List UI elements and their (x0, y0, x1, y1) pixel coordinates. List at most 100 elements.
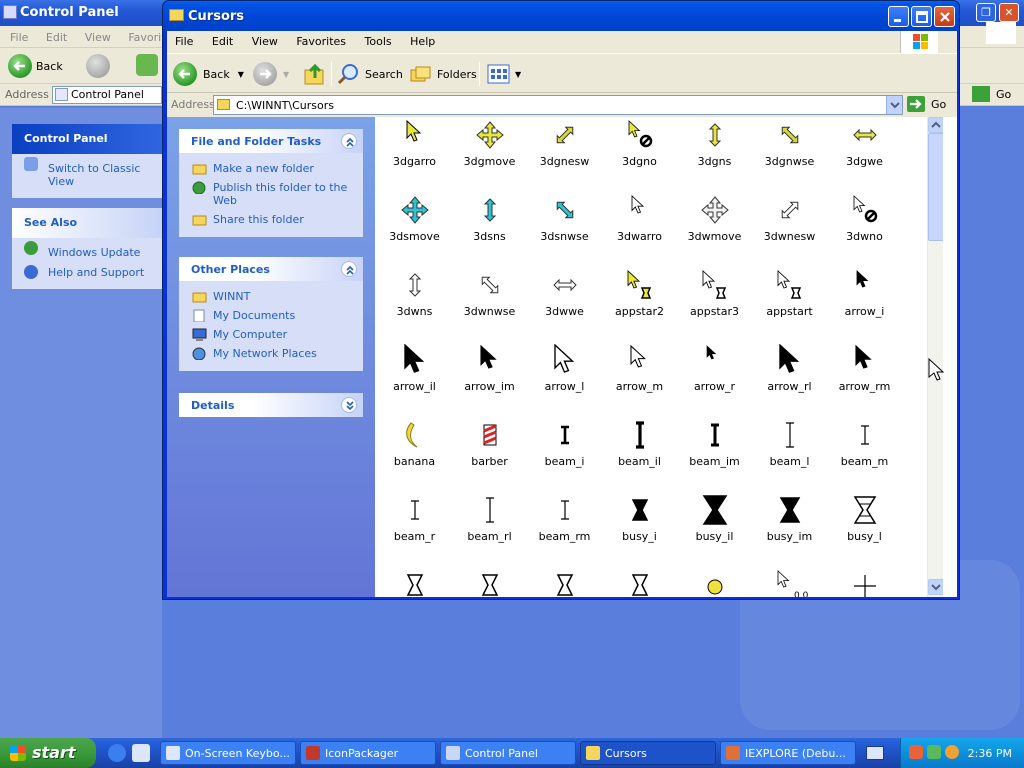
go-button-bg[interactable]: Go (972, 86, 1011, 102)
cursor-file-item[interactable]: 3dgnesw (527, 117, 602, 192)
cursor-file-item[interactable]: beam_rl (452, 492, 527, 567)
cursor-file-item[interactable] (452, 567, 527, 597)
cursor-file-item[interactable]: beam_r (377, 492, 452, 567)
tray-icon-2[interactable] (927, 745, 941, 759)
cursor-file-item[interactable]: 3dwnesw (752, 192, 827, 267)
task-iexplore[interactable]: IEXPLORE (Debu... (720, 741, 856, 765)
menu-edit-bg[interactable]: Edit (46, 31, 67, 44)
cursor-file-item[interactable]: beam_i (527, 417, 602, 492)
cursor-file-item[interactable]: arrow_rl (752, 342, 827, 417)
go-button[interactable]: Go (907, 96, 946, 112)
menu-file[interactable]: File (175, 35, 193, 48)
scroll-thumb[interactable] (928, 133, 943, 241)
cursor-file-item[interactable]: 3dwmove (677, 192, 752, 267)
menu-edit[interactable]: Edit (212, 35, 233, 48)
cursor-file-item[interactable] (827, 567, 902, 597)
cursor-file-item[interactable]: arrow_i (827, 267, 902, 342)
task-cursors[interactable]: Cursors (580, 741, 716, 765)
tray-search-icon[interactable] (945, 745, 959, 759)
show-desktop-icon[interactable] (132, 744, 150, 762)
cursor-file-item[interactable]: appstart (752, 267, 827, 342)
cursor-file-item[interactable]: banana (377, 417, 452, 492)
cursor-file-item[interactable]: 3dwns (377, 267, 452, 342)
cursor-file-item[interactable]: 3dgwe (827, 117, 902, 192)
up-folder-icon-bg[interactable] (136, 54, 158, 76)
cursor-file-item[interactable]: beam_m (827, 417, 902, 492)
cursor-file-item[interactable]: appstar2 (602, 267, 677, 342)
views-button[interactable]: ▼ (487, 62, 521, 86)
cursor-file-item[interactable]: 3dsmove (377, 192, 452, 267)
cursor-file-item[interactable]: beam_il (602, 417, 677, 492)
cursor-file-item[interactable]: 3dgns (677, 117, 752, 192)
close-button-bg[interactable]: ✕ (999, 3, 1019, 22)
cursors-titlebar[interactable]: Cursors (163, 1, 959, 31)
menu-tools[interactable]: Tools (365, 35, 392, 48)
minimize-button[interactable] (888, 6, 909, 27)
make-new-folder-link[interactable]: Make a new folder (179, 159, 363, 178)
cursor-file-item[interactable]: 3dwno (827, 192, 902, 267)
cursor-file-item[interactable]: arrow_m (602, 342, 677, 417)
windows-update-link[interactable]: Windows Update (12, 238, 162, 262)
share-folder-link[interactable]: Share this folder (179, 210, 363, 229)
start-button[interactable]: start (0, 738, 96, 768)
cursor-file-item[interactable]: 3dgno (602, 117, 677, 192)
cursor-file-item[interactable]: 3dwnwse (452, 267, 527, 342)
menu-view[interactable]: View (252, 35, 278, 48)
my-documents-link[interactable]: My Documents (179, 306, 363, 325)
address-field-bg[interactable]: Control Panel (52, 86, 162, 104)
cursor-file-item[interactable]: 3dsnwse (527, 192, 602, 267)
back-icon-bg[interactable] (8, 54, 32, 78)
maximize-button[interactable] (911, 6, 932, 27)
cursor-file-item[interactable] (677, 567, 752, 597)
cursor-file-item[interactable]: beam_l (752, 417, 827, 492)
vertical-scrollbar[interactable] (927, 117, 943, 597)
task-iconpackager[interactable]: IconPackager (300, 741, 436, 765)
up-folder-button[interactable] (303, 62, 327, 86)
my-computer-link[interactable]: My Computer (179, 325, 363, 344)
cursor-file-item[interactable] (527, 567, 602, 597)
folders-button[interactable]: Folders (409, 62, 477, 86)
collapse-chevron-icon[interactable] (341, 261, 357, 277)
task-on-screen-keyboard[interactable]: On-Screen Keybo... (160, 741, 296, 765)
cursor-file-item[interactable]: 3dwwe (527, 267, 602, 342)
file-folder-tasks-header[interactable]: File and Folder Tasks (179, 129, 363, 153)
restore-button[interactable]: ❐ (976, 3, 996, 22)
cursor-file-item[interactable]: 3dsns (452, 192, 527, 267)
forward-button[interactable]: ▼ (253, 62, 289, 86)
collapse-chevron-icon[interactable] (341, 133, 357, 149)
cursor-file-item[interactable]: appstar3 (677, 267, 752, 342)
tray-icon-1[interactable] (909, 745, 923, 759)
help-support-link[interactable]: Help and Support (12, 262, 162, 289)
publish-folder-link[interactable]: Publish this folder to the Web (179, 178, 363, 210)
back-dropdown-icon[interactable]: ▼ (238, 70, 244, 79)
menu-file-bg[interactable]: File (10, 31, 28, 44)
back-button[interactable]: Back ▼ (173, 62, 244, 86)
clock[interactable]: 2:36 PM (968, 747, 1012, 760)
cursor-file-item[interactable] (602, 567, 677, 597)
other-places-header[interactable]: Other Places (179, 257, 363, 281)
address-dropdown-icon[interactable] (886, 96, 902, 114)
cursor-file-item[interactable]: beam_rm (527, 492, 602, 567)
scroll-up-button[interactable] (928, 117, 943, 133)
language-bar-icon[interactable] (866, 746, 884, 760)
forward-icon-bg[interactable] (86, 54, 110, 78)
back-button-bg[interactable]: Back (36, 60, 63, 73)
ie-quicklaunch-icon[interactable] (108, 744, 126, 762)
my-network-places-link[interactable]: My Network Places (179, 344, 363, 363)
address-field[interactable]: C:\WINNT\Cursors (213, 95, 903, 115)
cursor-file-item[interactable]: arrow_r (677, 342, 752, 417)
task-control-panel[interactable]: Control Panel (440, 741, 576, 765)
winnt-link[interactable]: WINNT (179, 287, 363, 306)
cursor-file-item[interactable]: arrow_rm (827, 342, 902, 417)
cursor-file-item[interactable]: 3dwarro (602, 192, 677, 267)
cursor-file-item[interactable]: busy_il (677, 492, 752, 567)
expand-chevron-icon[interactable] (341, 397, 357, 413)
cursor-file-item[interactable]: 3dgarro (377, 117, 452, 192)
menu-help[interactable]: Help (410, 35, 435, 48)
cursor-file-item[interactable] (377, 567, 452, 597)
cursor-file-item[interactable]: busy_l (827, 492, 902, 567)
cursor-file-item[interactable]: beam_im (677, 417, 752, 492)
cursor-file-item[interactable]: busy_i (602, 492, 677, 567)
close-button[interactable] (934, 6, 955, 27)
cursor-file-item[interactable]: 0,0 (752, 567, 827, 597)
